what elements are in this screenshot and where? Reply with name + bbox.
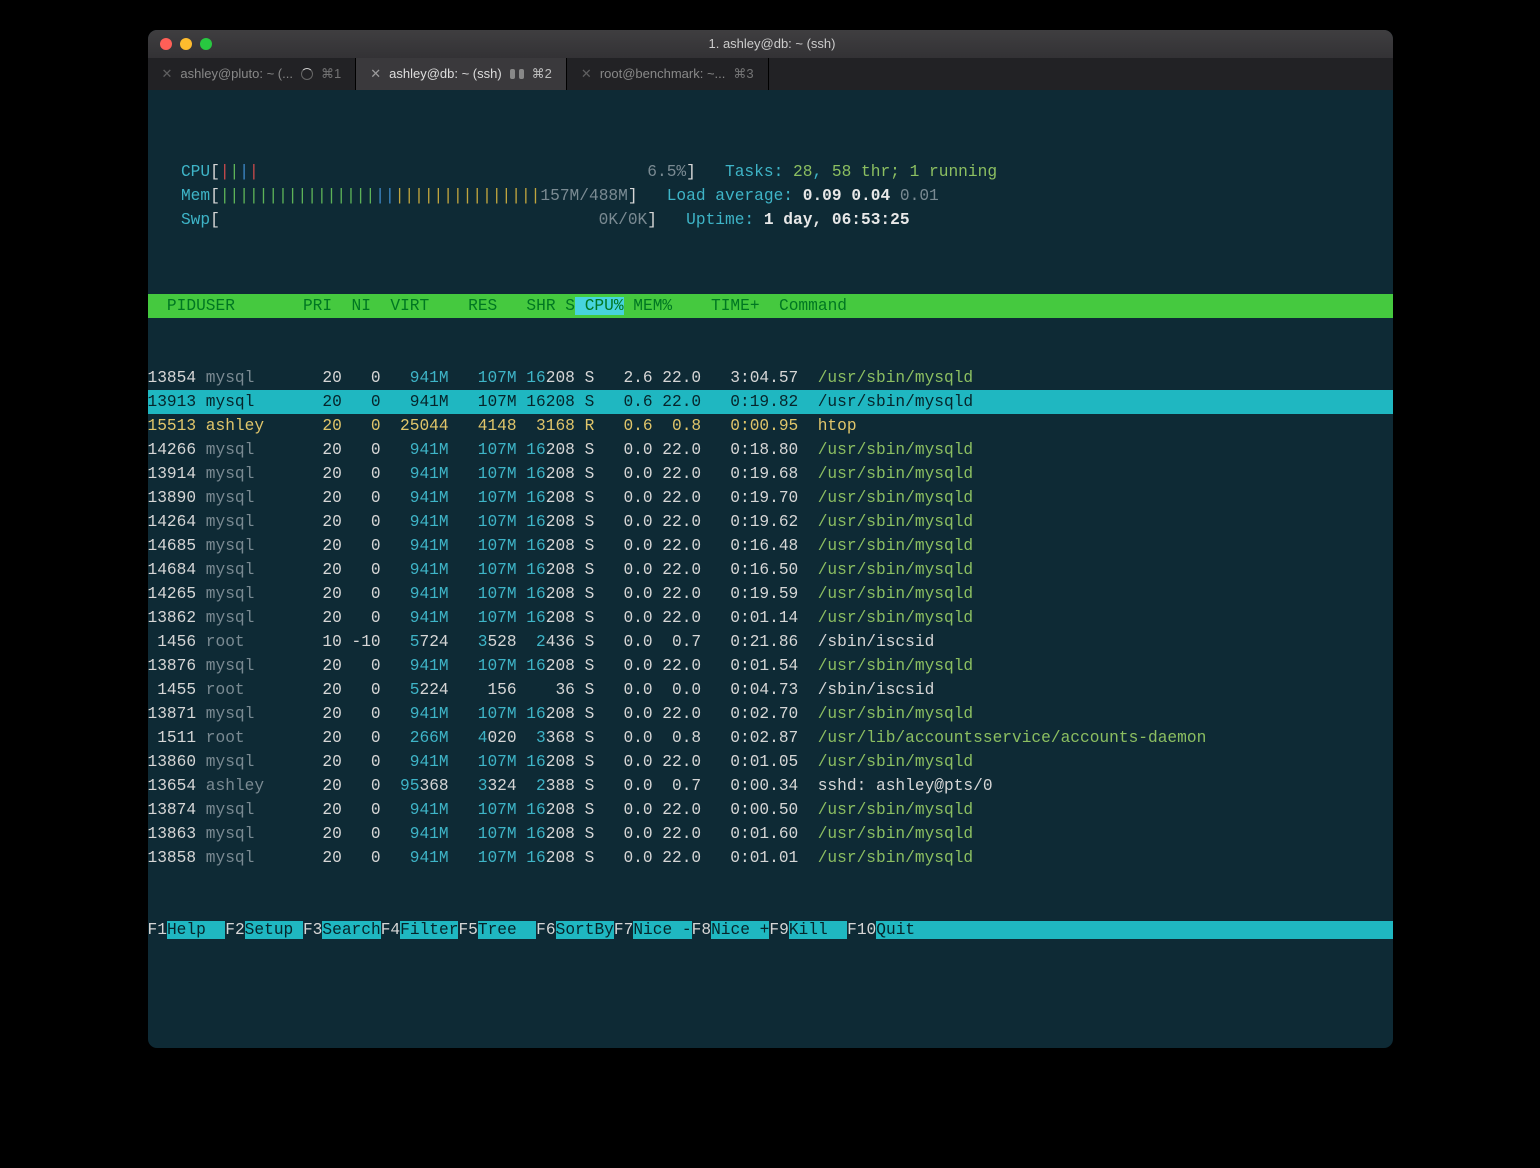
process-row[interactable]: 14685 mysql 20 0 941M 107M 16208 S 0.0 2… bbox=[148, 534, 1393, 558]
zoom-icon[interactable] bbox=[200, 38, 212, 50]
process-row[interactable]: 13890 mysql 20 0 941M 107M 16208 S 0.0 2… bbox=[148, 486, 1393, 510]
tab-label: ashley@pluto: ~ (... bbox=[180, 62, 293, 86]
task-count: 28 bbox=[793, 163, 812, 181]
process-row[interactable]: 1511 root 20 0 266M 4020 3368 S 0.0 0.8 … bbox=[148, 726, 1393, 750]
traffic-lights bbox=[148, 38, 212, 50]
process-header[interactable]: PIDUSER PRI NI VIRT RES SHR S CPU% MEM% … bbox=[148, 294, 1393, 318]
tab-label: root@benchmark: ~... bbox=[600, 62, 726, 86]
load-1: 0.09 bbox=[803, 187, 842, 205]
split-icon[interactable] bbox=[510, 67, 524, 81]
col-mem%[interactable]: MEM% bbox=[624, 297, 673, 315]
fkey-F5[interactable]: F5Tree bbox=[458, 921, 536, 939]
thread-count: 58 thr; bbox=[832, 163, 900, 181]
tab-2[interactable]: ✕ root@benchmark: ~... ⌘3 bbox=[567, 58, 769, 90]
uptime: 1 day, 06:53:25 bbox=[764, 211, 910, 229]
fkey-F4[interactable]: F4Filter bbox=[381, 921, 459, 939]
tab-label: ashley@db: ~ (ssh) bbox=[389, 62, 502, 86]
process-row[interactable]: 15513 ashley 20 0 25044 4148 3168 R 0.6 … bbox=[148, 414, 1393, 438]
load-5: 0.04 bbox=[851, 187, 890, 205]
fkey-F9[interactable]: F9Kill bbox=[769, 921, 847, 939]
tab-bar: ✕ ashley@pluto: ~ (... ⌘1 ✕ ashley@db: ~ (ss… bbox=[148, 58, 1393, 90]
close-tab-icon[interactable]: ✕ bbox=[370, 62, 381, 86]
process-row[interactable]: 13854 mysql 20 0 941M 107M 16208 S 2.6 2… bbox=[148, 366, 1393, 390]
col-shr[interactable]: SHR bbox=[497, 297, 555, 315]
close-tab-icon[interactable]: ✕ bbox=[581, 62, 592, 86]
process-row[interactable]: 13654 ashley 20 0 95368 3324 2388 S 0.0 … bbox=[148, 774, 1393, 798]
fkey-F1[interactable]: F1Help bbox=[148, 921, 226, 939]
window-title: 1. ashley@db: ~ (ssh) bbox=[212, 32, 1333, 56]
process-row[interactable]: 14264 mysql 20 0 941M 107M 16208 S 0.0 2… bbox=[148, 510, 1393, 534]
titlebar: 1. ashley@db: ~ (ssh) bbox=[148, 30, 1393, 58]
htop-meters: CPU[|||| 6.5%] Tasks: 28, 58 thr; 1 runn… bbox=[148, 160, 1393, 246]
col-pri[interactable]: PRI bbox=[293, 297, 332, 315]
process-list[interactable]: 13854 mysql 20 0 941M 107M 16208 S 2.6 2… bbox=[148, 366, 1393, 870]
fkey-F10[interactable]: F10Quit bbox=[847, 921, 915, 939]
close-icon[interactable] bbox=[160, 38, 172, 50]
function-key-bar[interactable]: F1Help F2Setup F3SearchF4FilterF5Tree F6… bbox=[148, 918, 1393, 942]
process-row[interactable]: 13858 mysql 20 0 941M 107M 16208 S 0.0 2… bbox=[148, 846, 1393, 870]
tab-shortcut: ⌘3 bbox=[733, 62, 753, 86]
col-pid[interactable]: PID bbox=[148, 297, 197, 315]
col-ni[interactable]: NI bbox=[332, 297, 371, 315]
close-tab-icon[interactable]: ✕ bbox=[162, 62, 173, 86]
col-s[interactable]: S bbox=[556, 297, 575, 315]
tab-shortcut: ⌘2 bbox=[532, 62, 552, 86]
process-row[interactable]: 1455 root 20 0 5224 156 36 S 0.0 0.0 0:0… bbox=[148, 678, 1393, 702]
spinner-icon bbox=[301, 68, 313, 80]
process-row[interactable]: 13914 mysql 20 0 941M 107M 16208 S 0.0 2… bbox=[148, 462, 1393, 486]
tab-0[interactable]: ✕ ashley@pluto: ~ (... ⌘1 bbox=[148, 58, 357, 90]
process-row[interactable]: 1456 root 10 -10 5724 3528 2436 S 0.0 0.… bbox=[148, 630, 1393, 654]
minimize-icon[interactable] bbox=[180, 38, 192, 50]
process-row[interactable]: 14265 mysql 20 0 941M 107M 16208 S 0.0 2… bbox=[148, 582, 1393, 606]
process-row[interactable]: 14684 mysql 20 0 941M 107M 16208 S 0.0 2… bbox=[148, 558, 1393, 582]
running-count: 1 running bbox=[910, 163, 997, 181]
terminal-content[interactable]: CPU[|||| 6.5%] Tasks: 28, 58 thr; 1 runn… bbox=[148, 90, 1393, 1048]
terminal-window: 1. ashley@db: ~ (ssh) ✕ ashley@pluto: ~ (… bbox=[148, 30, 1393, 1048]
fkey-F2[interactable]: F2Setup bbox=[225, 921, 303, 939]
fkey-F3[interactable]: F3Search bbox=[303, 921, 381, 939]
tab-1[interactable]: ✕ ashley@db: ~ (ssh) ⌘2 bbox=[356, 58, 567, 90]
col-res[interactable]: RES bbox=[429, 297, 497, 315]
process-row[interactable]: 14266 mysql 20 0 941M 107M 16208 S 0.0 2… bbox=[148, 438, 1393, 462]
process-row[interactable]: 13862 mysql 20 0 941M 107M 16208 S 0.0 2… bbox=[148, 606, 1393, 630]
col-virt[interactable]: VIRT bbox=[371, 297, 429, 315]
col-cpu[interactable]: CPU% bbox=[575, 297, 624, 315]
col-time+[interactable]: TIME+ bbox=[672, 297, 759, 315]
load-15: 0.01 bbox=[900, 187, 939, 205]
process-row[interactable]: 13860 mysql 20 0 941M 107M 16208 S 0.0 2… bbox=[148, 750, 1393, 774]
col-user[interactable]: USER bbox=[196, 297, 293, 315]
tab-shortcut: ⌘1 bbox=[321, 62, 341, 86]
col-command[interactable]: Command bbox=[760, 297, 847, 315]
process-row[interactable]: 13913 mysql 20 0 941M 107M 16208 S 0.6 2… bbox=[148, 390, 1393, 414]
process-row[interactable]: 13876 mysql 20 0 941M 107M 16208 S 0.0 2… bbox=[148, 654, 1393, 678]
process-row[interactable]: 13871 mysql 20 0 941M 107M 16208 S 0.0 2… bbox=[148, 702, 1393, 726]
process-row[interactable]: 13874 mysql 20 0 941M 107M 16208 S 0.0 2… bbox=[148, 798, 1393, 822]
process-row[interactable]: 13863 mysql 20 0 941M 107M 16208 S 0.0 2… bbox=[148, 822, 1393, 846]
fkey-F6[interactable]: F6SortBy bbox=[536, 921, 614, 939]
fkey-F8[interactable]: F8Nice + bbox=[692, 921, 770, 939]
fkey-F7[interactable]: F7Nice - bbox=[614, 921, 692, 939]
